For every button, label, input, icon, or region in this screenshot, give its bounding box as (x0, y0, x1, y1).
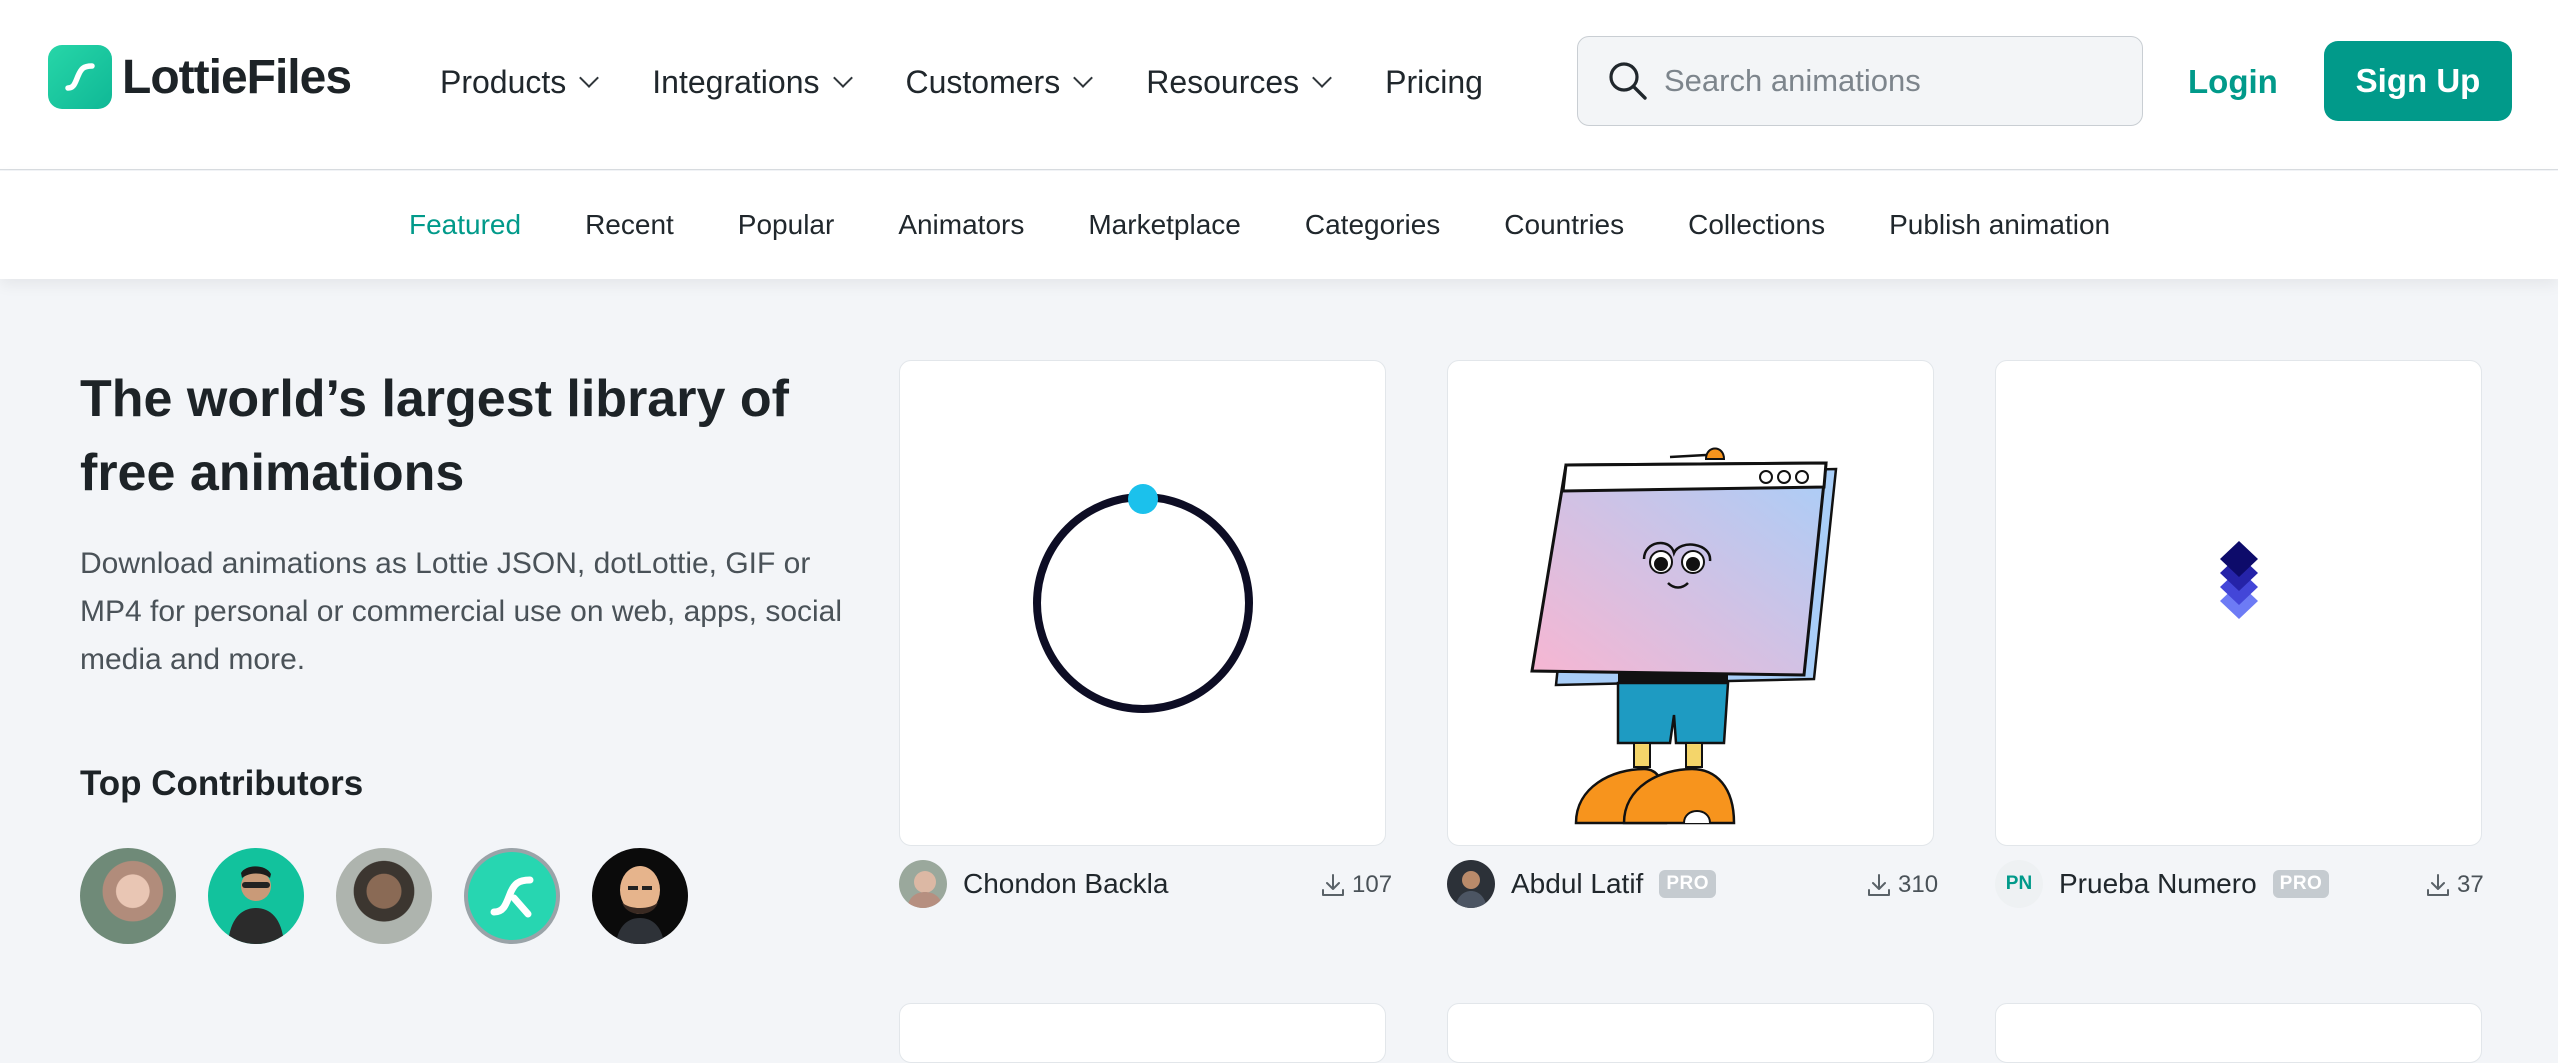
loading-spinner-animation-icon (1033, 484, 1253, 713)
chevron-down-icon (1073, 68, 1094, 88)
top-header: LottieFiles Products Integrations Custom… (0, 0, 2558, 170)
animation-card[interactable] (1447, 1003, 1934, 1063)
contributor-avatar[interactable] (592, 848, 688, 944)
download-icon (1322, 874, 1344, 896)
author-initials: PN (2005, 873, 2033, 894)
search-input[interactable] (1664, 63, 2124, 99)
animation-card[interactable] (1995, 1003, 2482, 1063)
author-avatar[interactable]: PN (1995, 860, 2043, 908)
download-count: 107 (1320, 868, 1392, 902)
login-link[interactable]: Login (2188, 56, 2278, 108)
download-icon (2427, 874, 2449, 896)
logo-text: LottieFiles (122, 50, 352, 104)
nav-integrations-label: Integrations (652, 63, 820, 100)
author-name[interactable]: Prueba Numero (2059, 868, 2257, 900)
author-name[interactable]: Chondon Backla (963, 868, 1168, 900)
nav-customers-label: Customers (905, 63, 1061, 100)
secondary-nav-list: Featured Recent Popular Animators Market… (409, 171, 2174, 279)
tab-featured[interactable]: Featured (409, 209, 521, 241)
tab-countries[interactable]: Countries (1504, 209, 1624, 241)
main-nav: Products Integrations Customers Resource… (440, 56, 1539, 108)
download-count: 37 (2425, 868, 2484, 902)
tab-collections[interactable]: Collections (1688, 209, 1825, 241)
pro-badge: PRO (2272, 870, 2330, 898)
tab-animators[interactable]: Animators (898, 209, 1024, 241)
search-icon (1609, 62, 1647, 100)
animation-card-meta: Abdul Latif PRO (1447, 860, 1717, 908)
contributor-avatar[interactable] (464, 848, 560, 944)
nav-pricing-label: Pricing (1385, 63, 1483, 100)
download-count-value: 310 (1898, 871, 1939, 898)
nav-products[interactable]: Products (440, 63, 600, 101)
contributor-avatar[interactable] (80, 848, 176, 944)
download-icon (1868, 874, 1890, 896)
animation-card[interactable] (1447, 360, 1934, 846)
nav-resources-label: Resources (1146, 63, 1300, 100)
tab-popular[interactable]: Popular (738, 209, 835, 241)
top-contributors-list (80, 848, 720, 944)
nav-products-label: Products (440, 63, 567, 100)
nav-integrations[interactable]: Integrations (652, 63, 853, 101)
top-contributors-title: Top Contributors (80, 764, 364, 803)
download-count: 310 (1866, 868, 1938, 902)
pro-badge: PRO (1659, 870, 1717, 898)
hero-description: Download animations as Lottie JSON, dotL… (80, 547, 843, 676)
chevron-down-icon (579, 68, 600, 88)
nav-customers[interactable]: Customers (905, 63, 1094, 101)
search-box[interactable] (1577, 36, 2143, 126)
signup-button[interactable]: Sign Up (2324, 41, 2512, 121)
animation-card[interactable] (899, 360, 1386, 846)
tab-categories[interactable]: Categories (1305, 209, 1440, 241)
download-count-value: 107 (1352, 871, 1393, 898)
author-name[interactable]: Abdul Latif (1511, 868, 1643, 900)
secondary-nav: Featured Recent Popular Animators Market… (0, 171, 2558, 279)
tab-recent[interactable]: Recent (585, 209, 674, 241)
contributor-avatar[interactable] (208, 848, 304, 944)
lottiefiles-logo-icon (48, 45, 112, 109)
animation-card-meta: PN Prueba Numero PRO (1995, 860, 2330, 908)
tab-publish-animation[interactable]: Publish animation (1889, 209, 2110, 241)
stacked-diamonds-animation-icon (2220, 541, 2258, 619)
animation-card[interactable] (899, 1003, 1386, 1063)
nav-pricing[interactable]: Pricing (1385, 64, 1483, 101)
animation-card-meta: Chondon Backla (899, 860, 1168, 908)
nav-resources[interactable]: Resources (1146, 63, 1333, 101)
contributor-avatar[interactable] (336, 848, 432, 944)
author-avatar[interactable] (1447, 860, 1495, 908)
author-avatar[interactable] (899, 860, 947, 908)
computer-character-animation-icon (1530, 447, 1838, 825)
chevron-down-icon (1312, 68, 1333, 88)
chevron-down-icon (832, 68, 853, 88)
page-title: The world’s largest library of free anim… (80, 370, 789, 502)
download-count-value: 37 (2457, 871, 2484, 898)
animation-card[interactable] (1995, 360, 2482, 846)
logo[interactable]: LottieFiles (48, 44, 352, 110)
tab-marketplace[interactable]: Marketplace (1088, 209, 1241, 241)
